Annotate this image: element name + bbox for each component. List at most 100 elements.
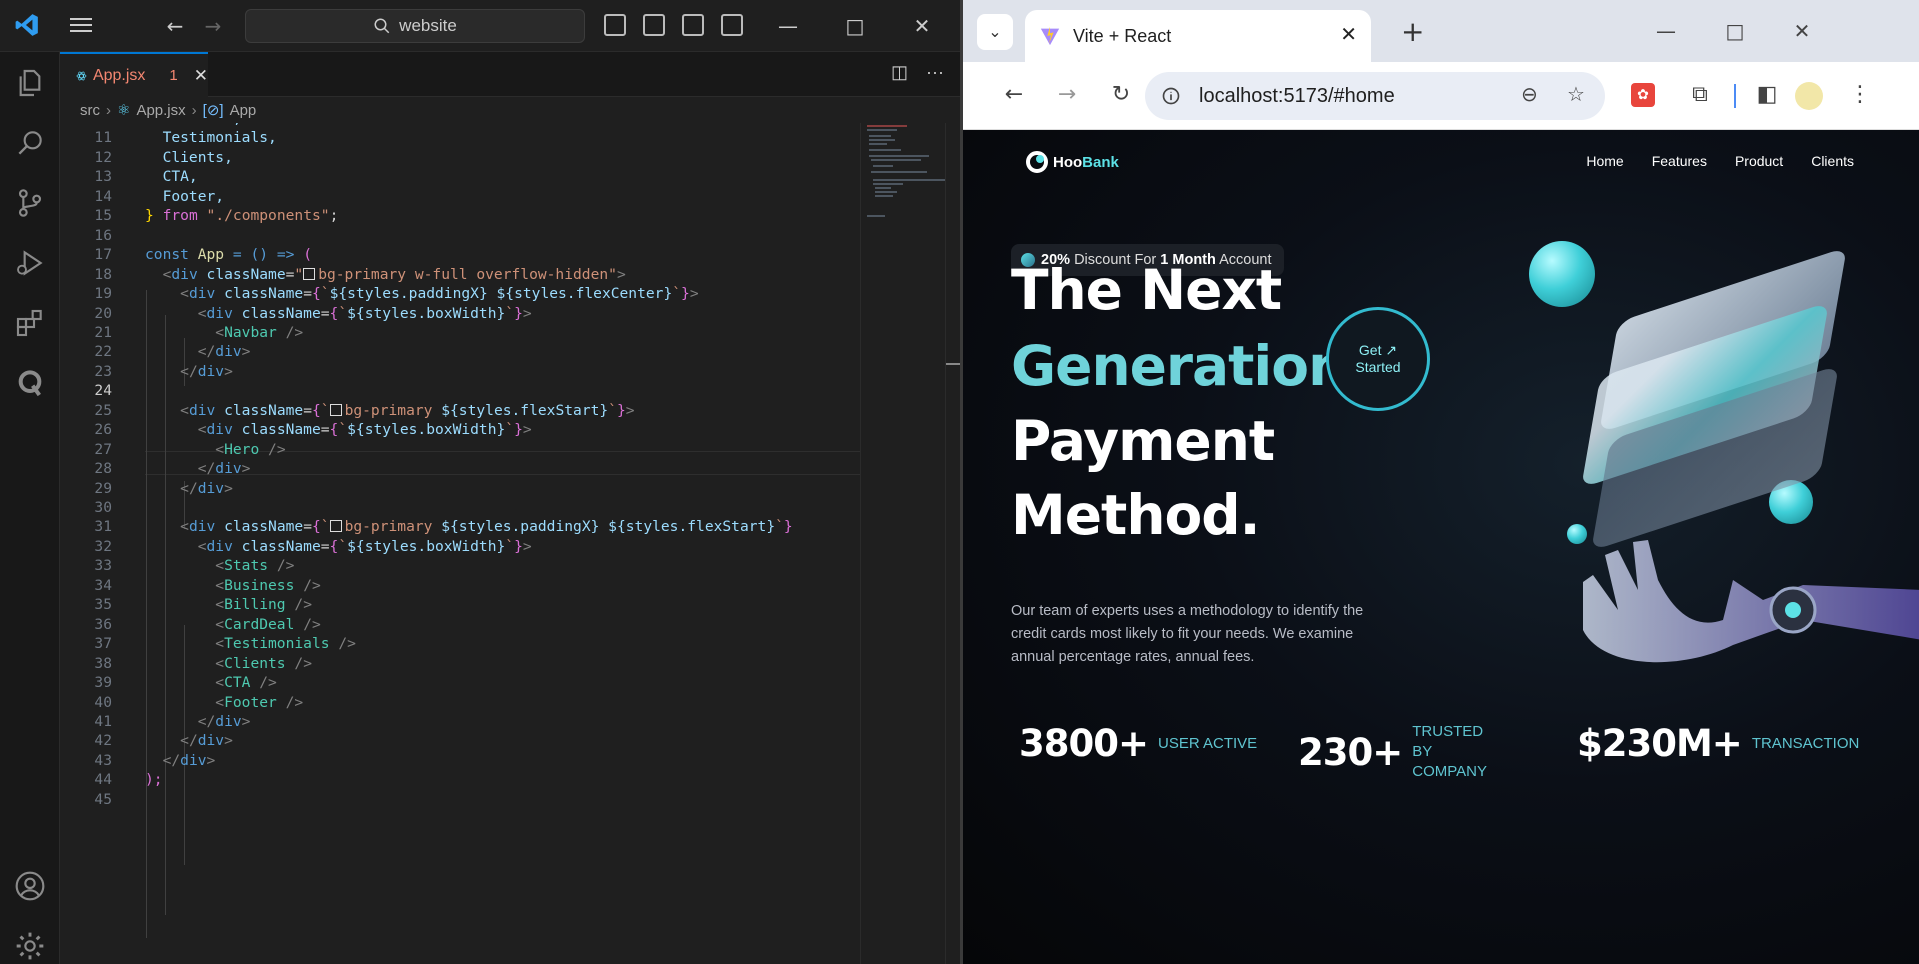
hamburger-menu-icon[interactable] xyxy=(68,14,94,36)
close-tab-icon[interactable]: ✕ xyxy=(1340,22,1357,46)
code-line[interactable]: 13 CTA, xyxy=(60,167,860,186)
more-actions-icon[interactable]: ··· xyxy=(926,62,944,83)
logo-mark-icon xyxy=(1026,151,1048,173)
code-line[interactable]: 11 Testimonials, xyxy=(60,128,860,147)
editor-scrollbar[interactable] xyxy=(945,123,960,964)
explorer-icon[interactable] xyxy=(14,67,46,99)
command-center-search[interactable]: website xyxy=(245,9,585,43)
code-line[interactable]: 45 xyxy=(60,790,860,809)
maximize-button[interactable]: □ xyxy=(1718,14,1752,48)
code-line[interactable]: 42 </div> xyxy=(60,731,860,750)
extensions-icon[interactable] xyxy=(14,307,46,339)
line-number: 42 xyxy=(94,732,112,750)
search-icon[interactable] xyxy=(14,127,46,159)
hoobank-logo[interactable]: Hoo Bank xyxy=(1025,150,1119,174)
bookmark-star-icon[interactable]: ☆ xyxy=(1567,82,1585,106)
customize-layout-icon[interactable] xyxy=(721,14,743,36)
tab-app-jsx[interactable]: App.jsx 1 ✕ xyxy=(60,52,208,97)
reload-button[interactable]: ↻ xyxy=(1106,80,1136,110)
code-line[interactable]: 32 <div className={`${styles.boxWidth}`}… xyxy=(60,537,860,556)
code-line[interactable]: 20 <div className={`${styles.boxWidth}`}… xyxy=(60,304,860,323)
code-line[interactable]: 34 <Business /> xyxy=(60,576,860,595)
stat-label: TRUSTED BY COMPANY xyxy=(1412,723,1487,780)
back-arrow-icon[interactable]: ← xyxy=(162,13,188,39)
close-window-button[interactable]: ✕ xyxy=(907,12,937,40)
code-editor[interactable]: 10 CardDeal,11 Testimonials,12 Clients,1… xyxy=(60,123,860,964)
maximize-button[interactable]: □ xyxy=(840,12,870,40)
new-tab-button[interactable]: + xyxy=(1401,14,1424,50)
code-line[interactable]: 40 <Footer /> xyxy=(60,693,860,712)
nav-clients[interactable]: Clients xyxy=(1811,153,1854,169)
toggle-primary-sidebar-icon[interactable] xyxy=(604,14,626,36)
code-line[interactable]: 37 <Testimonials /> xyxy=(60,634,860,653)
minimap[interactable] xyxy=(860,123,947,964)
site-info-icon[interactable] xyxy=(1161,86,1181,106)
code-line[interactable]: 23 </div> xyxy=(60,362,860,381)
forward-arrow-icon[interactable]: → xyxy=(200,13,226,39)
code-line[interactable]: 25 <div className={` bg-primary ${styles.… xyxy=(60,401,860,420)
get-started-button[interactable]: Get ↗ Started xyxy=(1326,307,1430,411)
code-line[interactable]: 36 <CardDeal /> xyxy=(60,615,860,634)
code-line[interactable]: 12 Clients, xyxy=(60,148,860,167)
code-line[interactable]: 35 <Billing /> xyxy=(60,595,860,614)
code-line[interactable]: 44); xyxy=(60,770,860,789)
code-line[interactable]: 29 </div> xyxy=(60,479,860,498)
line-number: 39 xyxy=(94,674,112,692)
code-line[interactable]: 31 <div className={` bg-primary ${styles.… xyxy=(60,517,860,536)
breadcrumb-symbol[interactable]: App xyxy=(230,102,257,119)
nav-home[interactable]: Home xyxy=(1586,153,1623,169)
code-line[interactable]: 15} from "./components"; xyxy=(60,206,860,225)
line-number: 38 xyxy=(94,654,112,672)
extensions-puzzle-icon[interactable]: ⧉ xyxy=(1685,80,1715,110)
code-line[interactable]: 19 <div className={`${styles.paddingX} $… xyxy=(60,284,860,303)
address-bar[interactable]: localhost:5173/#home ⊖ ☆ xyxy=(1145,72,1605,120)
extension-icon[interactable]: ✿ xyxy=(1631,83,1655,107)
nav-features[interactable]: Features xyxy=(1652,153,1707,169)
nav-product[interactable]: Product xyxy=(1735,153,1783,169)
code-line[interactable]: 16 xyxy=(60,226,860,245)
line-number: 43 xyxy=(94,751,112,769)
code-line[interactable]: 22 </div> xyxy=(60,342,860,361)
close-tab-icon[interactable]: ✕ xyxy=(194,66,208,86)
forward-button[interactable]: → xyxy=(1052,80,1082,110)
settings-gear-icon[interactable] xyxy=(14,930,46,962)
toggle-panel-icon[interactable] xyxy=(643,14,665,36)
code-text: Testimonials, xyxy=(162,129,277,147)
code-line[interactable]: 17 const App = () => ( xyxy=(60,245,860,264)
code-line[interactable]: 26 <div className={`${styles.boxWidth}`}… xyxy=(60,420,860,439)
remote-explorer-icon[interactable] xyxy=(14,367,46,399)
zoom-icon[interactable]: ⊖ xyxy=(1521,82,1538,106)
code-line[interactable]: 43 </div> xyxy=(60,751,860,770)
source-control-icon[interactable] xyxy=(14,187,46,219)
code-line[interactable]: 33 <Stats /> xyxy=(60,556,860,575)
code-line[interactable]: 10 CardDeal, xyxy=(60,123,860,128)
code-line[interactable]: 14 Footer, xyxy=(60,187,860,206)
close-window-button[interactable]: ✕ xyxy=(1785,14,1819,48)
code-line[interactable]: 27 <Hero /> xyxy=(60,440,860,459)
toggle-secondary-sidebar-icon[interactable] xyxy=(682,14,704,36)
breadcrumb-file[interactable]: App.jsx xyxy=(136,102,185,119)
minimize-button[interactable]: — xyxy=(773,12,803,40)
run-debug-icon[interactable] xyxy=(14,247,46,279)
code-line[interactable]: 41 </div> xyxy=(60,712,860,731)
line-number: 30 xyxy=(94,499,112,516)
account-icon[interactable] xyxy=(14,870,46,902)
code-line[interactable]: 39 <CTA /> xyxy=(60,673,860,692)
code-line[interactable]: 30 xyxy=(60,498,860,517)
tab-search-chevron-icon[interactable]: ⌄ xyxy=(977,14,1013,50)
side-panel-icon[interactable]: ◧ xyxy=(1752,80,1782,110)
code-line[interactable]: 18 <div className=" bg-primary w-full ove… xyxy=(60,265,860,284)
code-line[interactable]: 28 </div> xyxy=(60,459,860,478)
minimize-button[interactable]: — xyxy=(1649,14,1683,48)
chrome-menu-icon[interactable]: ⋮ xyxy=(1845,80,1875,110)
code-line[interactable]: 24 xyxy=(60,381,860,400)
profile-avatar[interactable] xyxy=(1795,82,1823,110)
breadcrumb-folder[interactable]: src xyxy=(80,102,100,119)
split-editor-icon[interactable]: ◫ xyxy=(891,62,908,83)
browser-tab[interactable]: Vite + React ✕ xyxy=(1025,10,1371,62)
back-button[interactable]: ← xyxy=(999,80,1029,110)
code-text: </div> xyxy=(162,751,216,769)
problem-count-badge: 1 xyxy=(169,67,178,84)
code-line[interactable]: 38 <Clients /> xyxy=(60,654,860,673)
code-line[interactable]: 21 <Navbar /> xyxy=(60,323,860,342)
